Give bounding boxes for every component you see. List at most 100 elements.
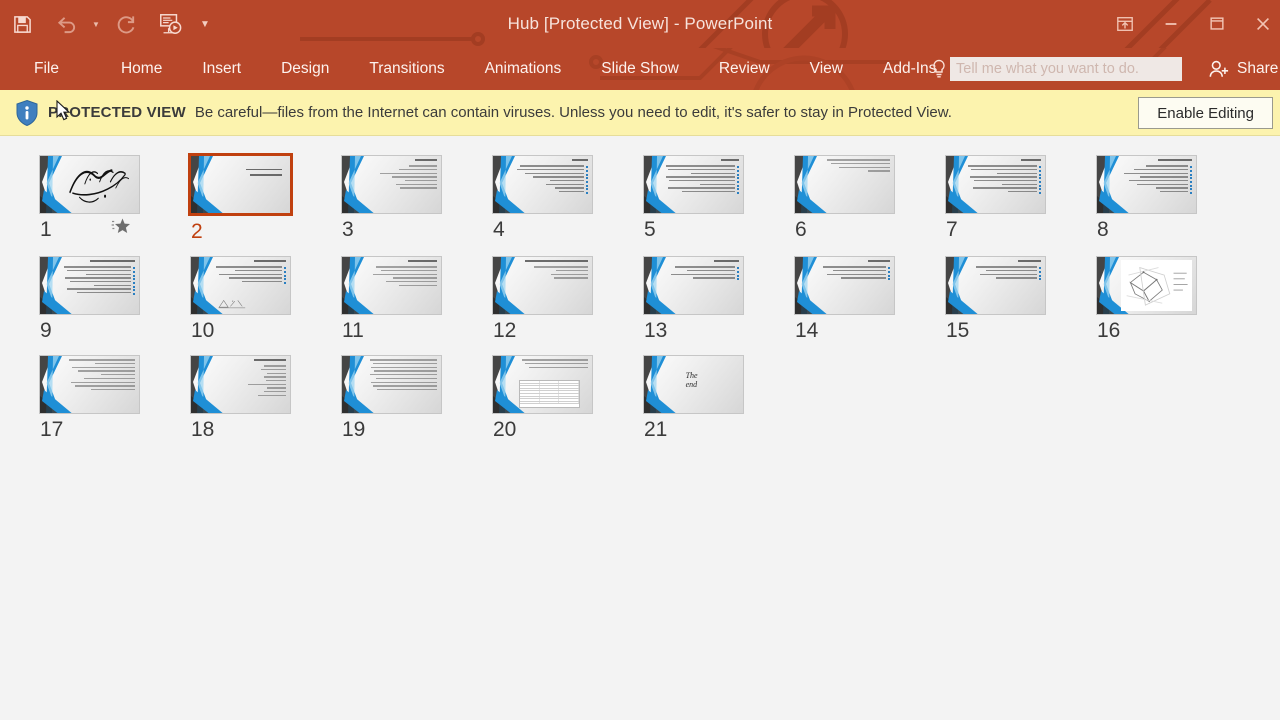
- slide-number-row: 18: [190, 414, 291, 443]
- slide-text-line: [559, 191, 585, 193]
- slide-body: [666, 260, 740, 311]
- undo-icon[interactable]: [44, 2, 88, 46]
- slide-thumbnail-cell[interactable]: x 10: [190, 256, 341, 344]
- slide-thumbnail-cell[interactable]: 14: [794, 256, 945, 344]
- slide-text-line: [65, 277, 132, 279]
- slide-thumbnail[interactable]: [190, 355, 291, 414]
- slide-thumbnail-cell[interactable]: The end 21: [643, 355, 794, 443]
- close-button[interactable]: [1240, 4, 1280, 44]
- slide-thumbnail-cell[interactable]: 16: [1096, 256, 1247, 344]
- slide-thumbnail[interactable]: x: [190, 256, 291, 315]
- bullet-marker: [737, 191, 740, 194]
- the-end-line-2: end: [685, 379, 698, 389]
- tab-slide-show[interactable]: Slide Show: [591, 48, 689, 90]
- slide-thumbnail-cell[interactable]: 19: [341, 355, 492, 443]
- slide-text-line: [974, 180, 1038, 182]
- slide-text-line: [76, 292, 132, 294]
- slide-text-line: [261, 368, 287, 371]
- tab-insert[interactable]: Insert: [192, 48, 251, 90]
- slide-thumbnail[interactable]: [39, 256, 140, 315]
- slide-thumbnail-cell[interactable]: 4: [492, 155, 643, 245]
- slide-text-line: [968, 165, 1038, 167]
- slide-thumbnail[interactable]: [492, 155, 593, 214]
- bullet-marker: [586, 169, 589, 172]
- slide-thumbnail-cell[interactable]: 5: [643, 155, 794, 245]
- slide-number-row: 3: [341, 214, 442, 243]
- minimize-button[interactable]: [1148, 4, 1194, 44]
- slide-thumbnail[interactable]: [643, 155, 744, 214]
- slide-thumbnail[interactable]: [492, 256, 593, 315]
- save-icon[interactable]: [0, 2, 44, 46]
- title-bar: ▼ ▼ Hub [Protected View] - PowerPoint: [0, 0, 1280, 48]
- slide-thumbnail-cell[interactable]: 12: [492, 256, 643, 344]
- slide-thumbnail-cell[interactable]: 9: [39, 256, 190, 344]
- slide-thumbnail[interactable]: [39, 155, 140, 214]
- slide-thumbnail-cell[interactable]: 17: [39, 355, 190, 443]
- slide-number-row: 14: [794, 315, 895, 344]
- tab-file[interactable]: File: [24, 48, 69, 90]
- slide-text-line: [246, 168, 283, 171]
- customize-quick-access-toolbar-icon[interactable]: ▼: [192, 2, 218, 46]
- slide-thumbnail-cell[interactable]: 2: [188, 153, 341, 245]
- slide-thumbnail[interactable]: [643, 256, 744, 315]
- slide-text-line: [253, 359, 287, 362]
- slide-text-line: [69, 281, 132, 283]
- slide-thumbnail-cell[interactable]: 18: [190, 355, 341, 443]
- slide-text-line: [371, 381, 438, 383]
- undo-dropdown-caret-icon[interactable]: ▼: [88, 2, 104, 46]
- slide-thumbnail-cell[interactable]: 3: [341, 155, 492, 245]
- slide-thumbnail[interactable]: [341, 355, 442, 414]
- slide-thumbnail[interactable]: [794, 155, 895, 214]
- share-button[interactable]: Share: [1208, 48, 1278, 90]
- slide-thumbnail[interactable]: The end: [643, 355, 744, 414]
- slide-text-line: [969, 176, 1038, 178]
- slide-thumbnail-cell[interactable]: 1: [39, 155, 190, 245]
- slide-thumbnail[interactable]: [39, 355, 140, 414]
- bullet-marker: [284, 267, 287, 270]
- slide-text-line: [66, 269, 132, 272]
- slide-text-line: [66, 288, 132, 290]
- slide-sorter-pane[interactable]: 1 2 3 4 5 6 7 8 9 x 10 11 12 13 14 15 16…: [0, 136, 1280, 719]
- slide-thumbnail-cell[interactable]: 7: [945, 155, 1096, 245]
- slide-text-line: [94, 284, 132, 287]
- slide-thumbnail[interactable]: [341, 155, 442, 214]
- ribbon-display-options-button[interactable]: [1102, 4, 1148, 44]
- slide-thumbnail[interactable]: [1096, 256, 1197, 315]
- slide-thumbnail-cell[interactable]: 6: [794, 155, 945, 245]
- start-from-beginning-icon[interactable]: [148, 2, 192, 46]
- redo-icon[interactable]: [104, 2, 148, 46]
- slide-thumbnail-cell[interactable]: 15: [945, 256, 1096, 344]
- slide-text-line: [532, 176, 585, 178]
- tab-transitions[interactable]: Transitions: [359, 48, 454, 90]
- slide-text-line: [375, 377, 438, 380]
- bullet-marker: [133, 285, 136, 288]
- slide-thumbnail-cell[interactable]: 8: [1096, 155, 1247, 245]
- slide-thumbnail[interactable]: [188, 153, 293, 216]
- tab-home[interactable]: Home: [111, 48, 172, 90]
- slide-thumbnail[interactable]: [341, 256, 442, 315]
- slide-thumbnail[interactable]: [492, 355, 593, 414]
- tell-me-input[interactable]: Tell me what you want to do.: [950, 57, 1182, 81]
- restore-button[interactable]: [1194, 4, 1240, 44]
- slide-animation-indicator: [110, 216, 132, 241]
- slide-thumbnail-cell[interactable]: 13: [643, 256, 794, 344]
- slide-thumbnail[interactable]: [945, 256, 1046, 315]
- tab-animations[interactable]: Animations: [475, 48, 572, 90]
- bullet-marker: [284, 270, 287, 273]
- bullet-marker: [1039, 177, 1042, 180]
- slide-number-row: 20: [492, 414, 593, 443]
- slide-preview: [1097, 257, 1196, 314]
- window-controls: [1102, 0, 1280, 48]
- slide-body: [817, 159, 891, 210]
- slide-body: [364, 260, 438, 311]
- slide-thumbnail[interactable]: [945, 155, 1046, 214]
- bullet-marker: [1190, 177, 1193, 180]
- tab-design[interactable]: Design: [271, 48, 339, 90]
- slide-thumbnail[interactable]: [1096, 155, 1197, 214]
- enable-editing-button[interactable]: Enable Editing: [1138, 97, 1273, 129]
- slide-thumbnail-cell[interactable]: 20: [492, 355, 643, 443]
- slide-thumbnail[interactable]: [794, 256, 895, 315]
- tab-view[interactable]: View: [800, 48, 853, 90]
- slide-thumbnail-cell[interactable]: 11: [341, 256, 492, 344]
- tab-review[interactable]: Review: [709, 48, 780, 90]
